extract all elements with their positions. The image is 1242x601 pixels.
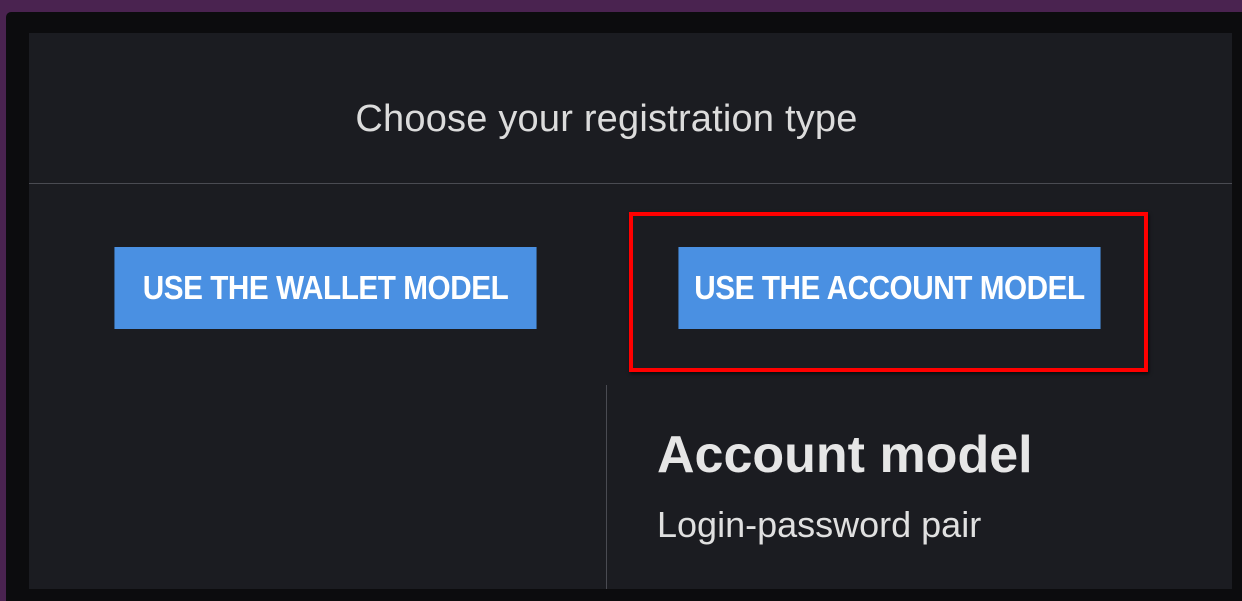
use-account-model-button[interactable]: USE THE ACCOUNT MODEL xyxy=(678,247,1101,329)
column-divider xyxy=(606,385,607,589)
account-model-heading: Account model xyxy=(657,426,1033,484)
account-model-subtitle: Login-password pair xyxy=(657,504,982,545)
registration-panel: Choose your registration type USE THE WA… xyxy=(29,33,1232,589)
header-divider xyxy=(29,183,1232,184)
page-title: Choose your registration type xyxy=(355,97,858,140)
use-wallet-model-button[interactable]: USE THE WALLET MODEL xyxy=(114,247,537,329)
